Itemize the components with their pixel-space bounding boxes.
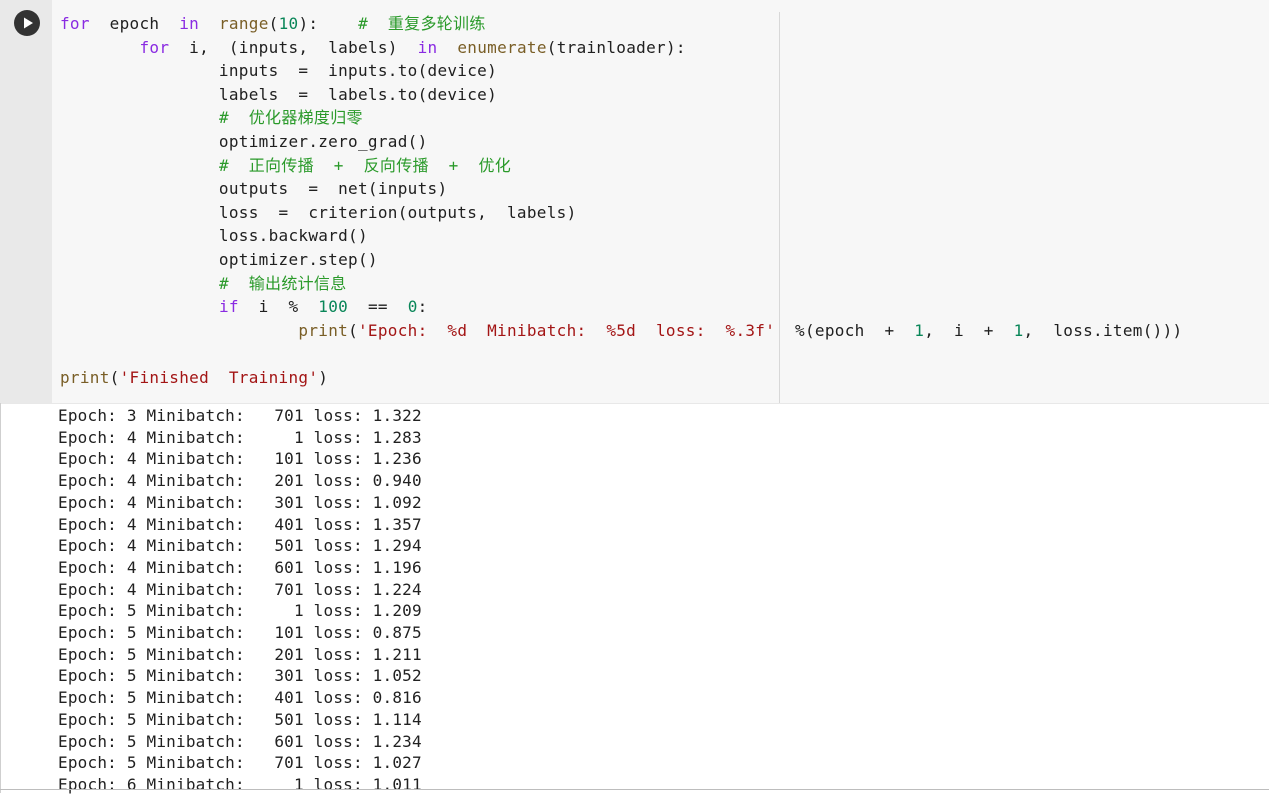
output-line: Epoch: 3 Minibatch: 701 loss: 1.322: [58, 406, 422, 425]
code-line: labels = labels.to(device): [60, 83, 1182, 107]
code-line: # 优化器梯度归零: [60, 106, 1182, 130]
code-token: optimizer.zero_grad(): [60, 131, 428, 151]
output-line: Epoch: 5 Minibatch: 101 loss: 0.875: [58, 623, 422, 643]
code-token: (trainloader):: [546, 37, 686, 57]
code-token: in: [417, 37, 438, 57]
output-line: Epoch: 4 Minibatch: 301 loss: 1.092: [58, 492, 422, 512]
code-token: i, (inputs, labels): [169, 37, 418, 57]
cell-output: Epoch: 3 Minibatch: 701 loss: 1.322 Epoch…: [58, 405, 422, 796]
output-border: [0, 403, 1, 793]
code-token: for: [60, 14, 90, 33]
code-token: %(epoch +: [775, 320, 915, 340]
code-line: for i, (inputs, labels) in enumerate(tra…: [60, 36, 1182, 60]
code-token: (: [109, 367, 120, 387]
code-token: , loss.item())): [1023, 320, 1183, 340]
code-line: print('Epoch: %d Minibatch: %5d loss: %.…: [60, 319, 1182, 343]
code-line: optimizer.zero_grad(): [60, 130, 1182, 154]
output-line: Epoch: 5 Minibatch: 701 loss: 1.027: [58, 753, 422, 773]
code-line: for epoch in range(10): # 重复多轮训练: [60, 12, 1182, 36]
code-token: 'Epoch: %d Minibatch: %5d loss: %.3f': [358, 320, 776, 340]
code-token: 10: [278, 14, 299, 33]
output-line: Epoch: 4 Minibatch: 1 loss: 1.283: [58, 427, 422, 447]
code-token: :: [417, 297, 428, 317]
code-token: print: [298, 320, 349, 340]
output-line: Epoch: 4 Minibatch: 401 loss: 1.357: [58, 514, 422, 534]
output-bottom-border: [0, 789, 1269, 790]
output-line: Epoch: 4 Minibatch: 501 loss: 1.294: [58, 536, 422, 556]
code-line: # 正向传播 + 反向传播 + 优化: [60, 154, 1182, 178]
code-token: inputs = inputs.to(device): [60, 61, 498, 81]
code-line: inputs = inputs.to(device): [60, 59, 1182, 83]
code-token: # 输出统计信息: [218, 273, 347, 293]
code-token: 'Finished Training': [119, 367, 319, 387]
code-token: # 正向传播 + 反向传播 + 优化: [218, 155, 512, 175]
code-line: print('Finished Training'): [60, 366, 1182, 390]
code-token: (: [268, 14, 279, 33]
code-token: # 优化器梯度归零: [218, 108, 363, 128]
code-line: outputs = net(inputs): [60, 177, 1182, 201]
output-line: Epoch: 5 Minibatch: 1 loss: 1.209: [58, 601, 422, 621]
code-token: optimizer.step(): [60, 249, 378, 269]
code-token: ): [318, 367, 329, 387]
output-line: Epoch: 4 Minibatch: 101 loss: 1.236: [58, 449, 422, 469]
cell-gutter: [0, 0, 52, 403]
output-line: Epoch: 4 Minibatch: 701 loss: 1.224: [58, 579, 422, 599]
code-line: loss.backward(): [60, 224, 1182, 248]
code-token: enumerate: [457, 37, 547, 57]
run-cell-button[interactable]: [14, 10, 40, 36]
code-token: loss = criterion(outputs, labels): [60, 202, 577, 222]
code-cell[interactable]: for epoch in range(10): # 重复多轮训练 for i, …: [0, 0, 1269, 404]
code-line: if i % 100 == 0:: [60, 295, 1182, 319]
output-line: Epoch: 4 Minibatch: 201 loss: 0.940: [58, 471, 422, 491]
code-token: 100: [318, 297, 349, 317]
code-token: ):: [298, 14, 359, 33]
code-token: outputs = net(inputs): [60, 179, 448, 199]
code-token: if: [218, 297, 239, 317]
code-token: 1: [914, 320, 925, 340]
code-token: range: [218, 14, 269, 33]
code-line: loss = criterion(outputs, labels): [60, 201, 1182, 225]
code-token: 0: [407, 297, 418, 317]
code-token: in: [179, 14, 200, 33]
code-line: optimizer.step(): [60, 248, 1182, 272]
code-token: loss.backward(): [60, 226, 368, 246]
code-token: , i +: [924, 320, 1014, 340]
code-token: ==: [348, 297, 408, 317]
code-editor[interactable]: for epoch in range(10): # 重复多轮训练 for i, …: [60, 12, 1182, 390]
code-token: for: [139, 37, 170, 57]
output-line: Epoch: 5 Minibatch: 601 loss: 1.234: [58, 731, 422, 751]
code-token: i %: [238, 297, 319, 317]
output-line: Epoch: 5 Minibatch: 401 loss: 0.816: [58, 688, 422, 708]
code-token: # 重复多轮训练: [358, 14, 486, 33]
output-line: Epoch: 6 Minibatch: 1 loss: 1.011: [58, 774, 422, 794]
output-line: Epoch: 5 Minibatch: 201 loss: 1.211: [58, 644, 422, 664]
play-icon: [24, 17, 33, 29]
code-token: 1: [1013, 320, 1024, 340]
code-token: labels = labels.to(device): [60, 84, 498, 104]
output-line: Epoch: 4 Minibatch: 601 loss: 1.196: [58, 557, 422, 577]
output-line: Epoch: 5 Minibatch: 501 loss: 1.114: [58, 709, 422, 729]
code-token: (: [348, 320, 358, 340]
output-line: Epoch: 5 Minibatch: 301 loss: 1.052: [58, 666, 422, 686]
code-token: epoch: [89, 14, 180, 33]
code-line: # 输出统计信息: [60, 272, 1182, 296]
code-token: print: [60, 367, 110, 387]
